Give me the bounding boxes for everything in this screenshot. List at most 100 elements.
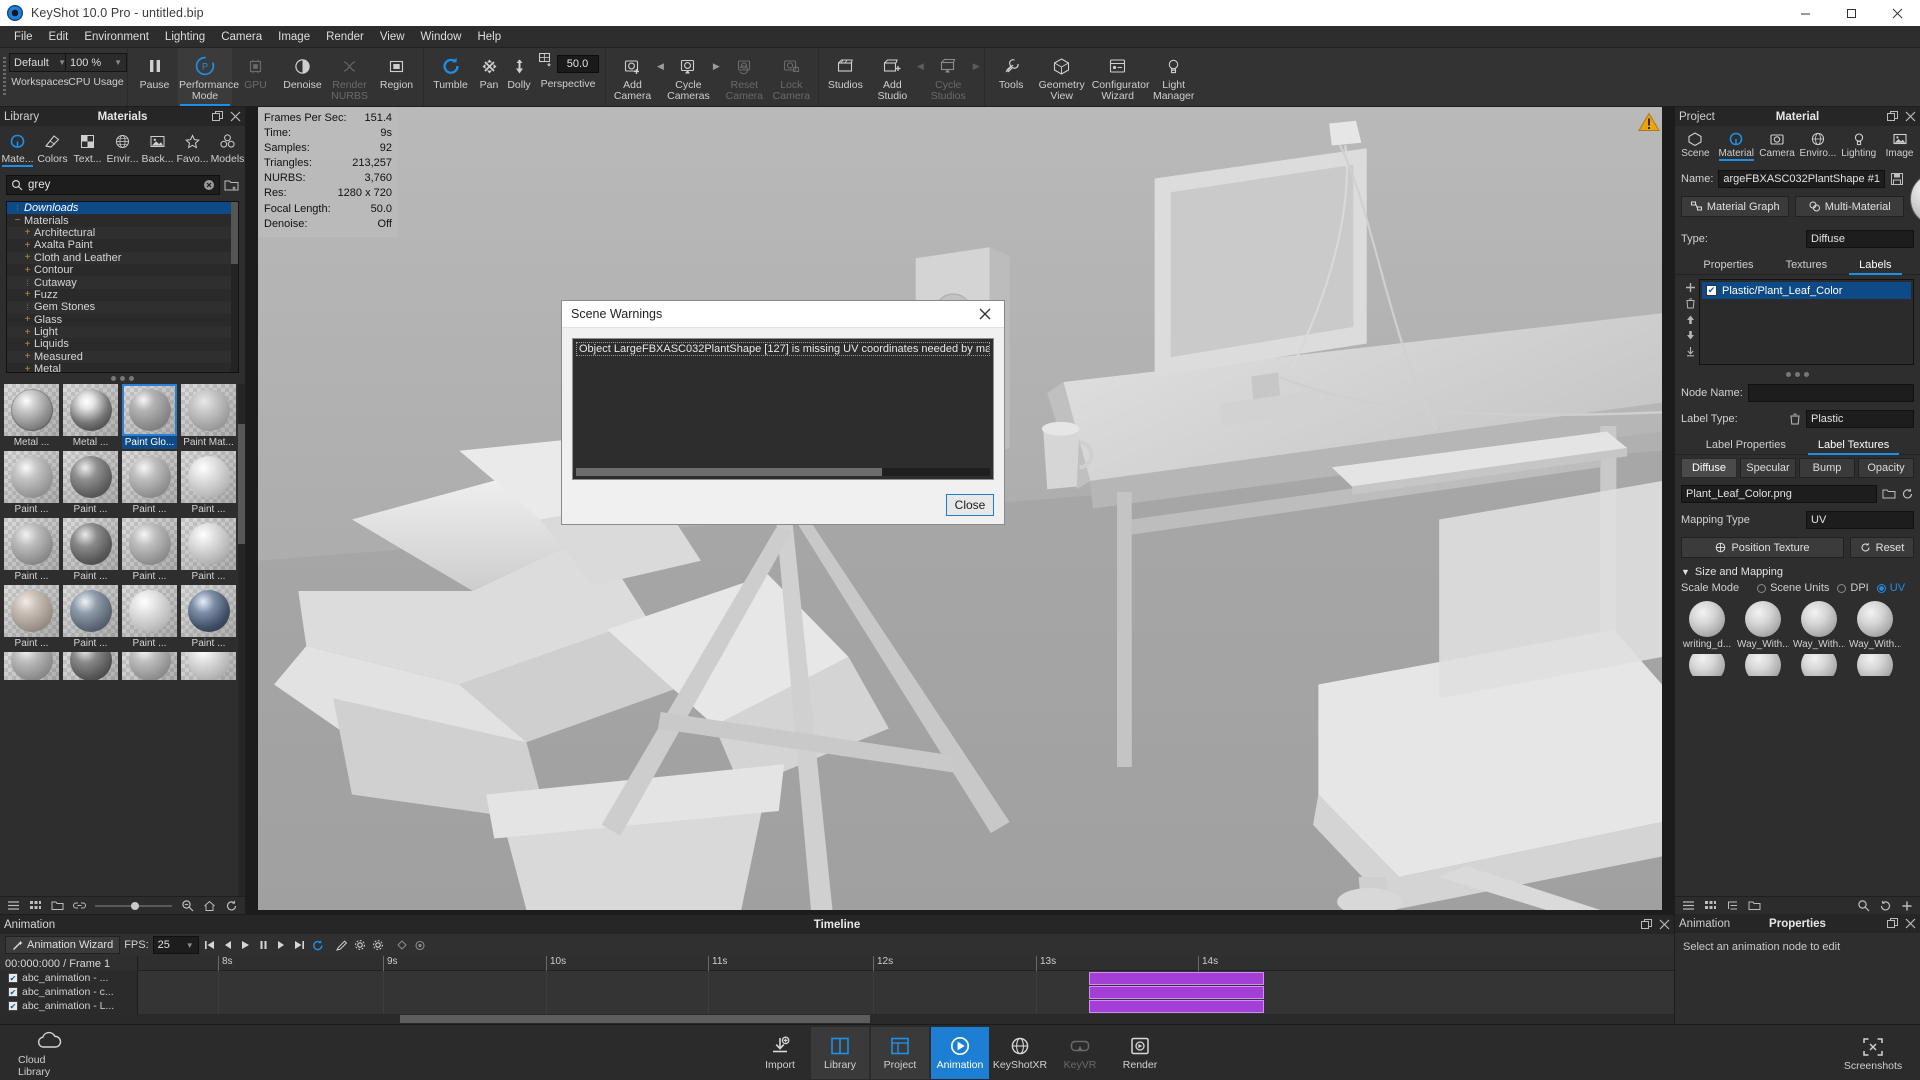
- scale-mode-uv[interactable]: UV: [1876, 582, 1905, 594]
- menu-file[interactable]: File: [6, 28, 41, 46]
- material-cell[interactable]: Paint ...: [4, 518, 59, 583]
- folder-icon[interactable]: [1748, 900, 1761, 911]
- animation-clip[interactable]: [1089, 972, 1264, 985]
- toolbar-cycle-cameras-button[interactable]: Cycle Cameras: [665, 48, 712, 106]
- material-cell[interactable]: Paint ...: [181, 451, 236, 516]
- maximize-button[interactable]: [1828, 0, 1874, 26]
- label-type-dropdown[interactable]: Plastic: [1806, 410, 1914, 428]
- material-thumbnail-grid[interactable]: Metal ... Metal ... Paint Glo... Paint M…: [0, 384, 245, 896]
- track-checkbox[interactable]: ✔: [8, 987, 18, 997]
- material-cell[interactable]: Paint ...: [63, 518, 118, 583]
- scale-mode-scene-units[interactable]: Scene Units: [1757, 582, 1829, 594]
- multi-material-button[interactable]: Multi-Material: [1795, 196, 1904, 217]
- toolbar-lock-camera-button[interactable]: Lock Camera: [768, 48, 815, 106]
- map-tab-specular[interactable]: Specular: [1740, 458, 1796, 478]
- close-icon[interactable]: [1905, 111, 1916, 122]
- library-tab-models[interactable]: Models: [210, 129, 245, 165]
- minimize-button[interactable]: [1782, 0, 1828, 26]
- close-button[interactable]: [1874, 0, 1920, 26]
- tree-item-axalta-paint[interactable]: + Axalta Paint: [7, 239, 238, 252]
- material-grid-scrollbar[interactable]: [238, 384, 245, 896]
- texture-cell[interactable]: [1737, 654, 1789, 676]
- library-tab-textures[interactable]: Text...: [70, 129, 105, 165]
- toolbar-add-studio-button[interactable]: Add Studio: [869, 48, 916, 106]
- home-icon[interactable]: [203, 900, 216, 912]
- project-tab-camera[interactable]: Camera: [1757, 129, 1798, 159]
- panel-splitter-handle[interactable]: [0, 373, 245, 384]
- cycle-cameras-next-icon[interactable]: ▶: [712, 52, 721, 80]
- material-cell[interactable]: Metal ...: [63, 384, 118, 449]
- record-icon[interactable]: [413, 936, 427, 954]
- material-cell[interactable]: Paint ...: [181, 518, 236, 583]
- animation-wizard-button[interactable]: Animation Wizard: [5, 936, 121, 954]
- toolbar-denoise-button[interactable]: Denoise: [279, 48, 326, 106]
- toolbar-studios-button[interactable]: Studios: [822, 48, 869, 106]
- timeline-ruler[interactable]: 8s 9s 10s 11s 12s 13s 14s: [138, 956, 1674, 971]
- cpu-usage-dropdown[interactable]: 100 % ▼: [65, 53, 127, 72]
- library-tab-favorites[interactable]: Favo...: [175, 129, 210, 165]
- pen-icon[interactable]: [335, 936, 349, 954]
- subtab-properties[interactable]: Properties: [1687, 256, 1769, 274]
- tree-expander-icon[interactable]: +: [21, 327, 34, 338]
- toolbar-pan-button[interactable]: Pan: [474, 48, 504, 106]
- toolbar-light-manager-button[interactable]: Light Manager: [1147, 48, 1201, 106]
- texture-cell[interactable]: Way_With...: [1737, 599, 1789, 650]
- library-tab-colors[interactable]: Colors: [35, 129, 70, 165]
- toolbar-dolly-button[interactable]: Dolly: [504, 48, 534, 106]
- toolbar-configurator-wizard-button[interactable]: Configurator Wizard: [1089, 48, 1149, 106]
- track-row[interactable]: ✔ abc_animation - L...: [0, 999, 137, 1013]
- tree-expander-icon[interactable]: +: [21, 252, 34, 263]
- library-search-box[interactable]: [6, 175, 220, 195]
- track-checkbox[interactable]: ✔: [8, 1001, 18, 1011]
- library-tab-materials[interactable]: Mate...: [0, 129, 35, 167]
- size-and-mapping-section[interactable]: ▼ Size and Mapping: [1675, 562, 1920, 580]
- tree-item-metal[interactable]: + Metal: [7, 363, 238, 372]
- toolbar-gpu-button[interactable]: GPU: [232, 48, 279, 106]
- material-cell[interactable]: Paint ...: [4, 451, 59, 516]
- material-cell[interactable]: Paint ...: [63, 451, 118, 516]
- close-icon[interactable]: [1659, 919, 1670, 930]
- material-cell[interactable]: Paint ...: [4, 585, 59, 650]
- material-cell[interactable]: [4, 652, 59, 680]
- animation-clip[interactable]: [1089, 1000, 1264, 1013]
- project-tab-image[interactable]: Image: [1879, 129, 1920, 159]
- tree-expander-icon[interactable]: −: [11, 215, 24, 226]
- close-icon[interactable]: [1905, 918, 1916, 929]
- dock-keyvr-button[interactable]: KeyVR: [1051, 1027, 1109, 1079]
- loop-icon[interactable]: [311, 936, 325, 954]
- material-cell[interactable]: [181, 652, 236, 680]
- texture-cell[interactable]: [1793, 654, 1845, 676]
- tree-scrollbar[interactable]: [231, 202, 238, 372]
- tree-item-cloth-and-leather[interactable]: + Cloth and Leather: [7, 251, 238, 264]
- refresh-icon[interactable]: [1901, 488, 1914, 500]
- play-icon[interactable]: [239, 936, 253, 954]
- fps-input[interactable]: 25 ▼: [152, 936, 199, 954]
- folder-icon[interactable]: [51, 900, 64, 911]
- undock-icon[interactable]: [1887, 111, 1898, 122]
- subtab-textures[interactable]: Textures: [1770, 256, 1844, 274]
- material-cell[interactable]: [63, 652, 118, 680]
- mapping-type-dropdown[interactable]: UV: [1806, 511, 1914, 529]
- animation-clip[interactable]: [1089, 986, 1264, 999]
- timeline-horizontal-scrollbar[interactable]: [0, 1014, 1674, 1024]
- menu-window[interactable]: Window: [413, 28, 470, 46]
- screenshot-button[interactable]: Screenshots: [1842, 1034, 1904, 1072]
- tree-item-light[interactable]: + Light: [7, 325, 238, 339]
- refresh-icon[interactable]: [225, 900, 238, 912]
- close-icon[interactable]: [230, 111, 241, 122]
- open-folder-icon[interactable]: [1882, 488, 1896, 500]
- add-icon[interactable]: [1901, 900, 1913, 912]
- pause-icon[interactable]: [257, 936, 271, 954]
- material-preview-sphere[interactable]: [1909, 172, 1920, 226]
- material-cell[interactable]: Paint Mat...: [181, 384, 236, 449]
- undock-icon[interactable]: [212, 111, 223, 122]
- material-cell[interactable]: Paint ...: [122, 518, 177, 583]
- subtab-label-properties[interactable]: Label Properties: [1690, 436, 1802, 454]
- map-tab-bump[interactable]: Bump: [1799, 458, 1855, 478]
- undo-icon[interactable]: [1879, 900, 1892, 912]
- link-icon[interactable]: [73, 900, 86, 911]
- marker-icon[interactable]: [395, 936, 409, 954]
- cycle-cameras-prev-icon[interactable]: ◀: [656, 52, 665, 80]
- warning-triangle-icon[interactable]: [1636, 109, 1662, 135]
- move-down-icon[interactable]: [1685, 330, 1696, 341]
